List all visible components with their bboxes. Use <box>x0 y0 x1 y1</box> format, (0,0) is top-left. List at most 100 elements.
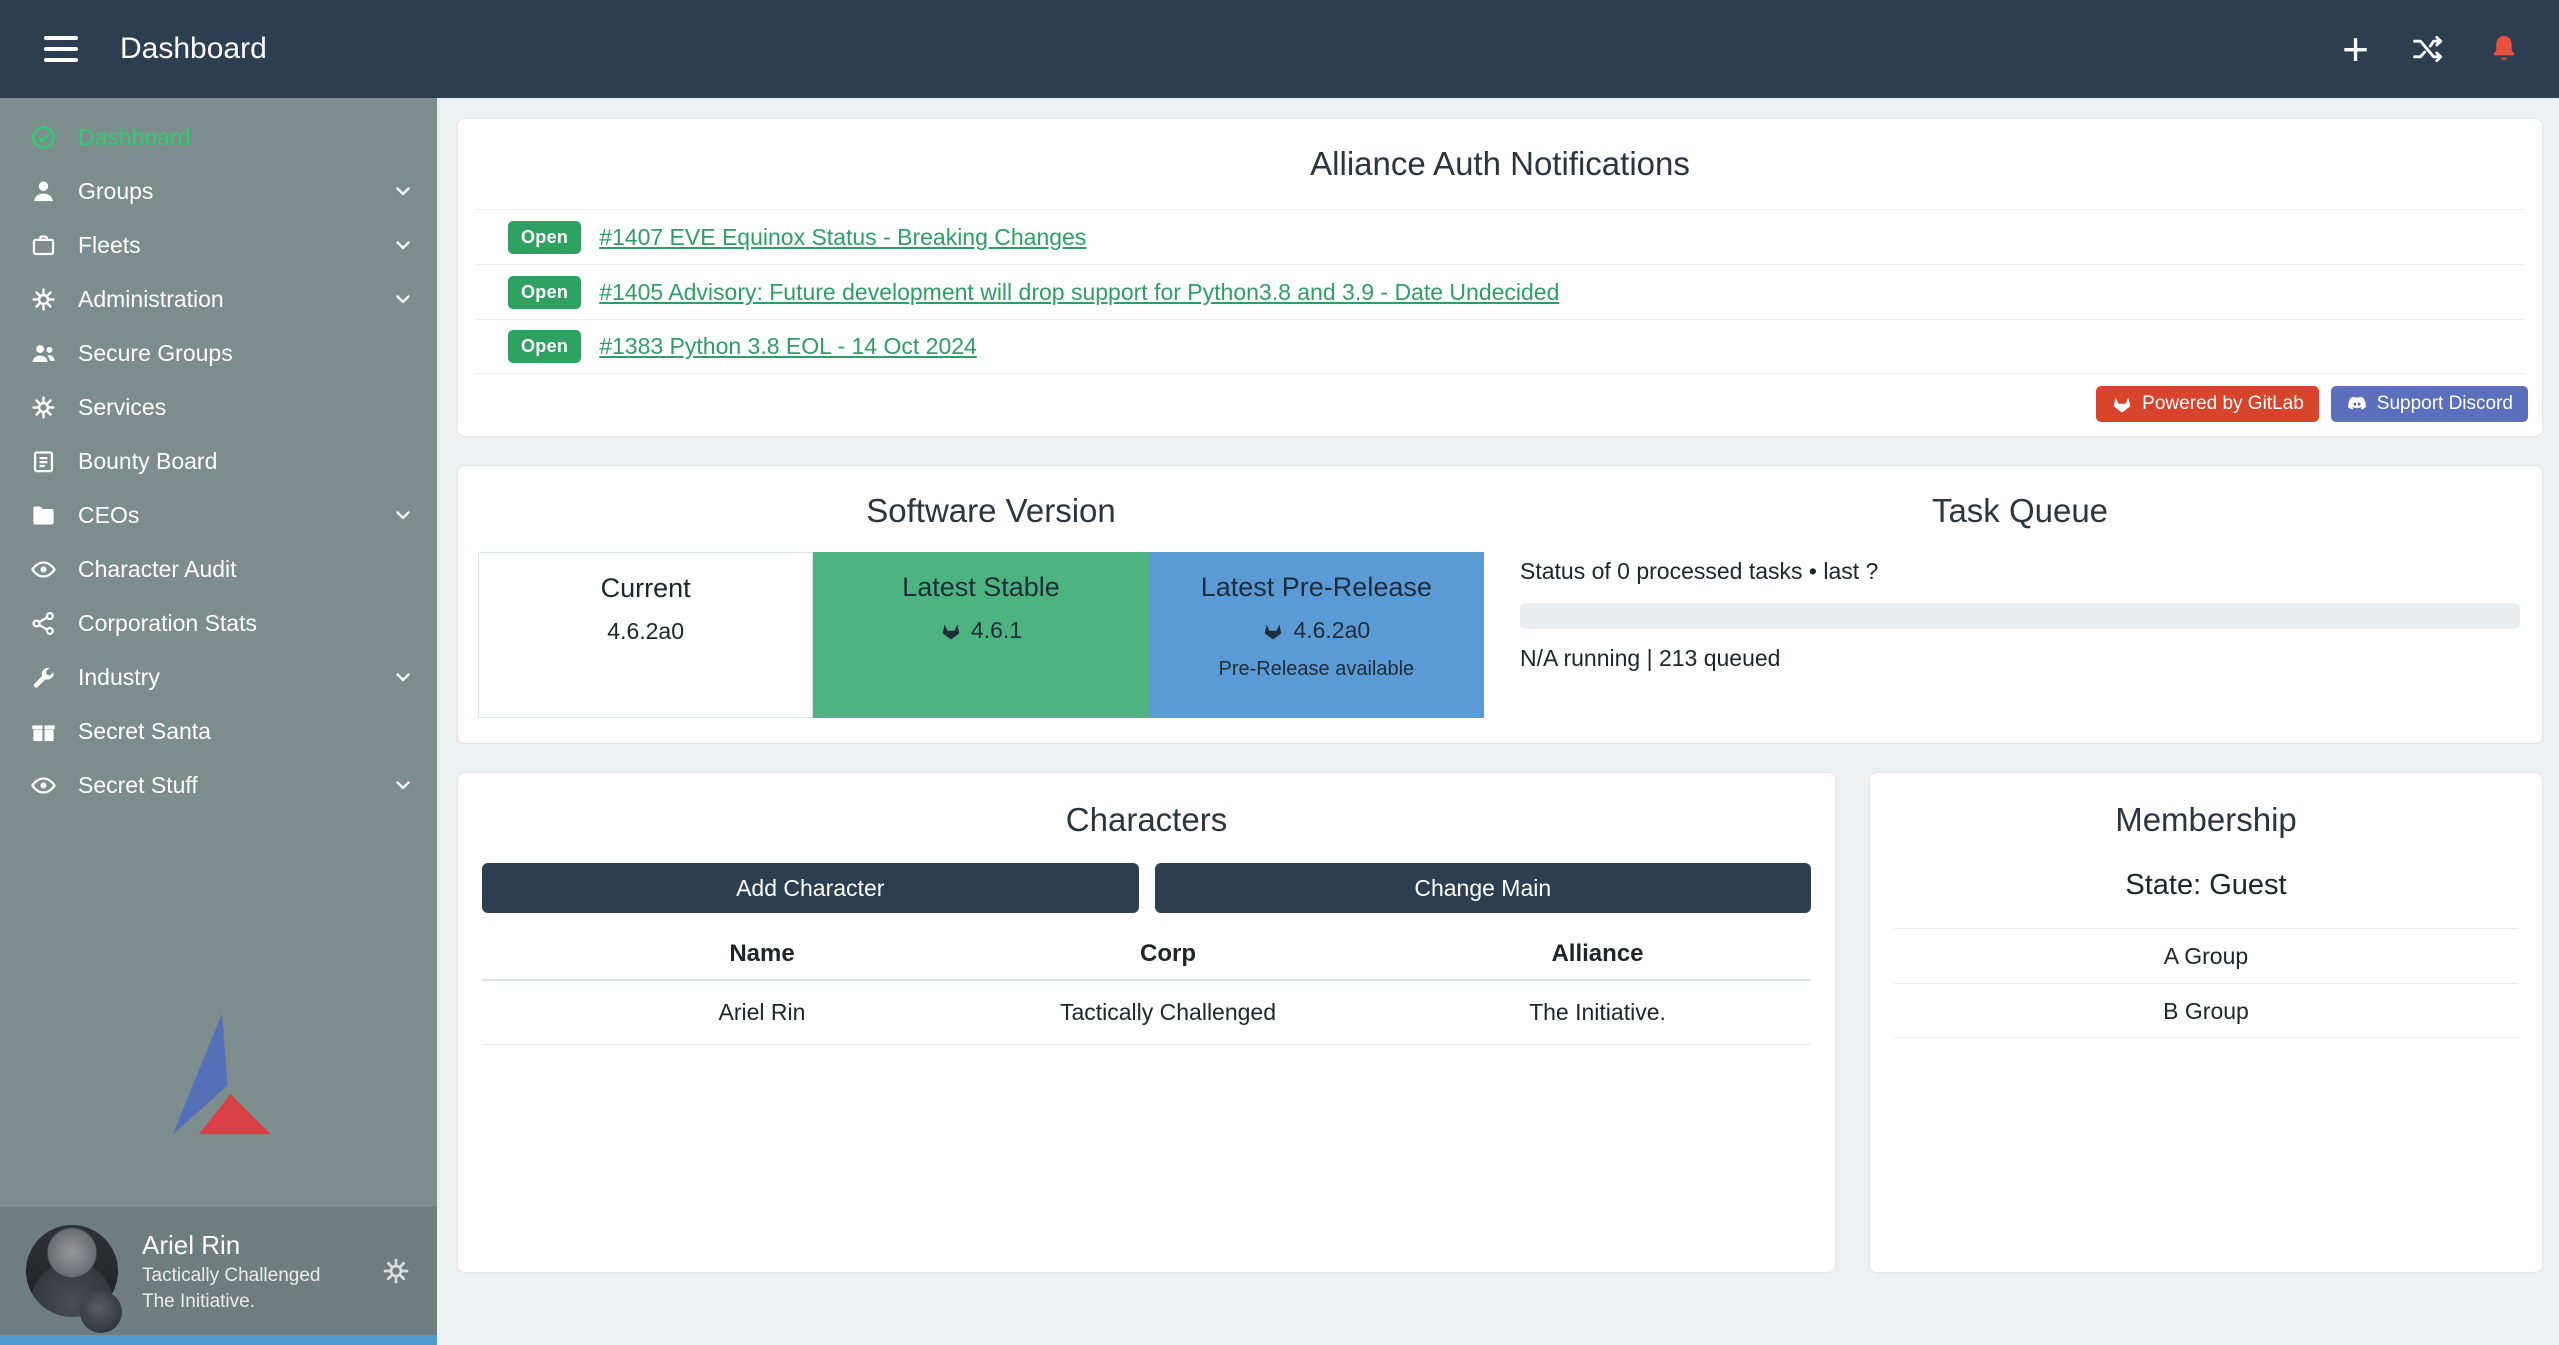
sidebar-item-secret-santa[interactable]: Secret Santa <box>0 704 437 758</box>
shuffle-icon[interactable] <box>2411 32 2445 66</box>
user-alliance: The Initiative. <box>142 1291 321 1313</box>
badge-label: Powered by GitLab <box>2142 393 2304 415</box>
user-icon <box>28 178 58 205</box>
characters-table-header: Name Corp Alliance <box>482 929 1811 981</box>
header-name: Name <box>572 940 952 968</box>
version-cell-stable: Latest Stable 4.6.1 <box>813 552 1148 718</box>
top-navbar: Dashboard + <box>0 0 2559 98</box>
sidebar-item-corporation-stats[interactable]: Corporation Stats <box>0 596 437 650</box>
software-version-title: Software Version <box>478 492 1504 530</box>
user-panel: Ariel Rin Tactically Challenged The Init… <box>0 1207 437 1335</box>
characters-table: Name Corp Alliance Ariel Rin Tactically … <box>482 929 1811 1045</box>
notifications-card: Alliance Auth Notifications Open #1407 E… <box>457 118 2543 437</box>
sidebar: Dashboard Groups Fleets <box>0 98 437 1345</box>
status-badge: Open <box>508 330 581 363</box>
sidebar-item-dashboard[interactable]: Dashboard <box>0 110 437 164</box>
powered-by-gitlab-badge[interactable]: Powered by GitLab <box>2096 386 2319 422</box>
bottom-row: Characters Add Character Change Main Nam… <box>457 772 2543 1273</box>
navbar-actions: + <box>2342 26 2521 72</box>
sidebar-item-secure-groups[interactable]: Secure Groups <box>0 326 437 380</box>
chevron-down-icon <box>391 503 415 527</box>
notification-link[interactable]: #1405 Advisory: Future development will … <box>599 279 1559 306</box>
membership-state: State: Guest <box>1894 869 2518 902</box>
chevron-down-icon <box>391 179 415 203</box>
chevron-down-icon <box>391 773 415 797</box>
gift-icon <box>28 718 58 745</box>
notification-link[interactable]: #1383 Python 3.8 EOL - 14 Oct 2024 <box>599 333 977 360</box>
sidebar-item-fleets[interactable]: Fleets <box>0 218 437 272</box>
gears-icon <box>28 394 58 421</box>
sidebar-item-administration[interactable]: Administration <box>0 272 437 326</box>
software-task-card: Software Version Current 4.6.2a0 Latest … <box>457 465 2543 744</box>
sidebar-item-label: Groups <box>78 178 153 205</box>
sidebar-item-label: Secret Stuff <box>78 772 198 799</box>
version-cell-prerelease: Latest Pre-Release 4.6.2a0 Pre-Release a… <box>1149 552 1484 718</box>
membership-card: Membership State: Guest A Group B Group <box>1869 772 2543 1273</box>
characters-card: Characters Add Character Change Main Nam… <box>457 772 1836 1273</box>
version-label: Latest Stable <box>813 572 1148 603</box>
eye-icon <box>28 556 58 583</box>
task-queue-counts: N/A running | 213 queued <box>1520 645 2520 672</box>
version-cell-current: Current 4.6.2a0 <box>478 552 813 718</box>
sidebar-item-label: Services <box>78 394 166 421</box>
sidebar-item-label: Fleets <box>78 232 141 259</box>
version-table: Current 4.6.2a0 Latest Stable 4.6.1 Late… <box>478 552 1484 718</box>
notification-row: Open #1407 EVE Equinox Status - Breaking… <box>476 209 2524 264</box>
gear-icon[interactable] <box>381 1256 411 1286</box>
version-value: 4.6.2a0 <box>607 618 684 645</box>
task-queue-status: Status of 0 processed tasks • last ? <box>1520 558 2520 585</box>
sidebar-item-bounty-board[interactable]: Bounty Board <box>0 434 437 488</box>
user-corp: Tactically Challenged <box>142 1265 321 1287</box>
version-label: Latest Pre-Release <box>1149 572 1484 603</box>
gitlab-tanuki-icon <box>940 620 962 642</box>
sidebar-item-services[interactable]: Services <box>0 380 437 434</box>
corp-logo-badge <box>80 1291 122 1333</box>
membership-group-list: A Group B Group <box>1894 928 2518 1038</box>
sidebar-item-industry[interactable]: Industry <box>0 650 437 704</box>
add-character-button[interactable]: Add Character <box>482 863 1139 913</box>
notification-list: Open #1407 EVE Equinox Status - Breaking… <box>476 209 2524 374</box>
gitlab-tanuki-icon <box>2111 393 2133 415</box>
sidebar-bottom-strip <box>0 1335 437 1345</box>
bell-icon[interactable] <box>2487 32 2521 66</box>
user-info: Ariel Rin Tactically Challenged The Init… <box>142 1230 321 1313</box>
group-row: A Group <box>1894 928 2518 983</box>
chevron-down-icon <box>391 233 415 257</box>
sidebar-item-label: Secure Groups <box>78 340 233 367</box>
menu-toggle-button[interactable] <box>38 30 84 68</box>
sidebar-item-secret-stuff[interactable]: Secret Stuff <box>0 758 437 812</box>
character-actions: Add Character Change Main <box>482 863 1811 913</box>
header-corp: Corp <box>952 940 1384 968</box>
task-queue-section: Task Queue Status of 0 processed tasks •… <box>1504 466 2542 743</box>
support-discord-badge[interactable]: Support Discord <box>2331 386 2528 422</box>
software-version-section: Software Version Current 4.6.2a0 Latest … <box>458 466 1504 743</box>
sidebar-item-groups[interactable]: Groups <box>0 164 437 218</box>
sidebar-item-label: Administration <box>78 286 224 313</box>
check-circle-icon <box>28 124 58 151</box>
sidebar-nav: Dashboard Groups Fleets <box>0 98 437 812</box>
folder-icon <box>28 502 58 529</box>
gitlab-tanuki-icon <box>1262 620 1284 642</box>
chevron-down-icon <box>391 287 415 311</box>
notification-row: Open #1405 Advisory: Future development … <box>476 264 2524 319</box>
sidebar-item-character-audit[interactable]: Character Audit <box>0 542 437 596</box>
version-label: Current <box>479 573 812 604</box>
membership-title: Membership <box>1894 773 2518 839</box>
badge-label: Support Discord <box>2377 393 2513 415</box>
character-row: Ariel Rin Tactically Challenged The Init… <box>482 981 1811 1045</box>
user-avatar <box>26 1225 118 1317</box>
change-main-button[interactable]: Change Main <box>1155 863 1812 913</box>
group-row: B Group <box>1894 983 2518 1038</box>
sidebar-item-label: Bounty Board <box>78 448 217 475</box>
sidebar-item-ceos[interactable]: CEOs <box>0 488 437 542</box>
status-badge: Open <box>508 221 581 254</box>
sidebar-item-label: Corporation Stats <box>78 610 257 637</box>
eye-icon <box>28 772 58 799</box>
main-content: Alliance Auth Notifications Open #1407 E… <box>437 98 2559 1345</box>
plus-icon[interactable]: + <box>2342 26 2369 72</box>
notification-link[interactable]: #1407 EVE Equinox Status - Breaking Chan… <box>599 224 1086 251</box>
page-title: Dashboard <box>120 32 267 66</box>
user-name: Ariel Rin <box>142 1230 321 1261</box>
wrench-icon <box>28 664 58 691</box>
header-alliance: Alliance <box>1384 940 1811 968</box>
